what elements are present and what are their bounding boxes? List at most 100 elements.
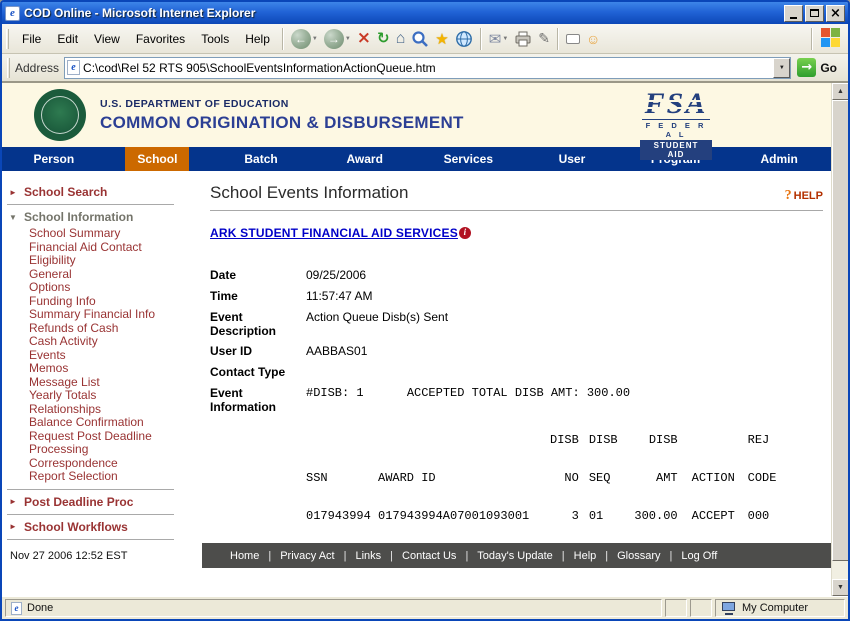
- sidebar-item-yearly-totals[interactable]: Yearly Totals: [29, 389, 202, 403]
- home-button[interactable]: ⌂: [393, 26, 409, 52]
- sidebar-item-general[interactable]: General: [29, 268, 202, 282]
- discuss-button[interactable]: [563, 26, 583, 52]
- field-label: User ID: [210, 345, 306, 359]
- content-body: ► School Search ▼ School Information Sch…: [2, 171, 831, 543]
- back-button[interactable]: ← ▼: [288, 26, 321, 52]
- help-icon: ?: [785, 189, 792, 203]
- footer-link-privacy-act[interactable]: Privacy Act: [280, 550, 334, 562]
- sidebar-item-relationships[interactable]: Relationships: [29, 403, 202, 417]
- menu-favorites[interactable]: Favorites: [128, 28, 193, 50]
- sidebar-item-message-list[interactable]: Message List: [29, 376, 202, 390]
- browser-window: e COD Online - Microsoft Internet Explor…: [0, 0, 850, 621]
- page-icon: e: [67, 60, 80, 75]
- sidebar-section-school-search[interactable]: ► School Search: [2, 183, 202, 201]
- messenger-button[interactable]: ☺: [583, 26, 603, 52]
- help-button[interactable]: ? HELP: [785, 189, 823, 203]
- menu-help[interactable]: Help: [237, 28, 278, 50]
- field-value: 09/25/2006: [306, 269, 366, 283]
- nav-tab-user[interactable]: User: [520, 147, 624, 171]
- sidebar-item-balance-confirmation[interactable]: Balance Confirmation: [29, 416, 202, 430]
- sidebar-item-memos[interactable]: Memos: [29, 362, 202, 376]
- table-cell-ssn: 017943994: [306, 497, 378, 535]
- sidebar-item-cash-activity[interactable]: Cash Activity: [29, 335, 202, 349]
- nav-tab-admin[interactable]: Admin: [727, 147, 831, 171]
- stop-button[interactable]: ×: [354, 26, 374, 52]
- fsa-logo: FSA F E D E R A L STUDENT AID: [640, 90, 712, 162]
- sidebar-item-correspondence[interactable]: Correspondence: [29, 457, 202, 471]
- sidebar-item-report-selection[interactable]: Report Selection: [29, 470, 202, 484]
- status-panel-zone: My Computer: [715, 599, 845, 617]
- sidebar-section-post-deadline-proc[interactable]: ► Post Deadline Proc: [2, 493, 202, 511]
- sidebar-item-financial-aid-contact[interactable]: Financial Aid Contact: [29, 241, 202, 255]
- menu-view[interactable]: View: [86, 28, 128, 50]
- sidebar-item-eligibility[interactable]: Eligibility: [29, 254, 202, 268]
- info-icon[interactable]: i: [459, 227, 471, 239]
- menu-tools[interactable]: Tools: [193, 28, 237, 50]
- nav-tab-label: Batch: [232, 147, 289, 171]
- footer-link-links[interactable]: Links: [355, 550, 381, 562]
- sidebar-item-funding-info[interactable]: Funding Info: [29, 295, 202, 309]
- address-dropdown-button[interactable]: ▼: [773, 58, 790, 78]
- scroll-up-button[interactable]: ▲: [832, 83, 848, 100]
- nav-tab-person[interactable]: Person: [2, 147, 106, 171]
- search-button[interactable]: [408, 26, 432, 52]
- menu-file[interactable]: File: [14, 28, 49, 50]
- history-button[interactable]: [452, 26, 476, 52]
- scroll-down-button[interactable]: ▼: [832, 579, 848, 596]
- menu-edit[interactable]: Edit: [49, 28, 86, 50]
- field-value: 11:57:47 AM: [306, 290, 373, 304]
- sidebar-item-school-summary[interactable]: School Summary: [29, 227, 202, 241]
- table-header-cell: SEQ: [579, 459, 618, 497]
- messenger-icon: ☺: [586, 31, 600, 47]
- footer-link-glossary[interactable]: Glossary: [617, 550, 660, 562]
- sidebar-item-processing[interactable]: Processing: [29, 443, 202, 457]
- toolbar-separator: [811, 28, 813, 50]
- table-cell-disb-seq: 01: [579, 497, 618, 535]
- address-input[interactable]: [80, 61, 773, 75]
- scrollbar-thumb[interactable]: [832, 100, 848, 561]
- footer-separator: |: [670, 550, 673, 562]
- minimize-icon: [790, 17, 797, 19]
- sidebar-section-school-information[interactable]: ▼ School Information: [2, 208, 202, 226]
- footer-link-log-off[interactable]: Log Off: [681, 550, 717, 562]
- toolbar-grip: [6, 29, 9, 49]
- footer-link-home[interactable]: Home: [230, 550, 259, 562]
- mail-button[interactable]: ✉ ▼: [486, 26, 512, 52]
- forward-icon: →: [324, 29, 344, 49]
- edit-button[interactable]: ✎: [535, 26, 553, 52]
- vertical-scrollbar[interactable]: ▲ ▼: [831, 83, 848, 596]
- refresh-button[interactable]: ↻: [374, 26, 393, 52]
- app-icon: e: [5, 6, 20, 21]
- event-fields: Date 09/25/2006 Time 11:57:47 AM Event D…: [210, 269, 823, 414]
- sidebar-item-summary-financial-info[interactable]: Summary Financial Info: [29, 308, 202, 322]
- sidebar-item-options[interactable]: Options: [29, 281, 202, 295]
- sidebar-item-events[interactable]: Events: [29, 349, 202, 363]
- status-zone-text: My Computer: [742, 602, 808, 614]
- maximize-button[interactable]: [805, 5, 824, 22]
- sidebar-item-request-post-deadline[interactable]: Request Post Deadline: [29, 430, 202, 444]
- print-button[interactable]: [511, 26, 535, 52]
- table-header-cell: ACTION: [678, 459, 736, 497]
- nav-tab-batch[interactable]: Batch: [209, 147, 313, 171]
- sidebar-item-refunds-of-cash[interactable]: Refunds of Cash: [29, 322, 202, 336]
- nav-tab-school[interactable]: School: [106, 147, 210, 171]
- school-name-link[interactable]: ARK STUDENT FINANCIAL AID SERVICES: [210, 226, 458, 240]
- minimize-button[interactable]: [784, 5, 803, 22]
- globe-icon: [455, 30, 473, 48]
- footer-separator: |: [390, 550, 393, 562]
- footer-link-todays-update[interactable]: Today's Update: [477, 550, 552, 562]
- footer-link-help[interactable]: Help: [574, 550, 597, 562]
- sidebar-section-school-workflows[interactable]: ► School Workflows: [2, 518, 202, 536]
- table-header-cell: AWARD ID: [378, 459, 550, 497]
- nav-tab-services[interactable]: Services: [417, 147, 521, 171]
- nav-tab-award[interactable]: Award: [313, 147, 417, 171]
- forward-button[interactable]: → ▼: [321, 26, 354, 52]
- go-button[interactable]: → Go: [791, 58, 845, 77]
- footer-separator: |: [605, 550, 608, 562]
- close-button[interactable]: ×: [826, 5, 845, 22]
- site-branding: U.S. DEPARTMENT OF EDUCATION COMMON ORIG…: [100, 98, 464, 133]
- field-label: Time: [210, 290, 306, 304]
- table-cell-action: ACCEPT: [678, 497, 736, 535]
- footer-link-contact-us[interactable]: Contact Us: [402, 550, 456, 562]
- favorites-button[interactable]: ★: [432, 26, 451, 52]
